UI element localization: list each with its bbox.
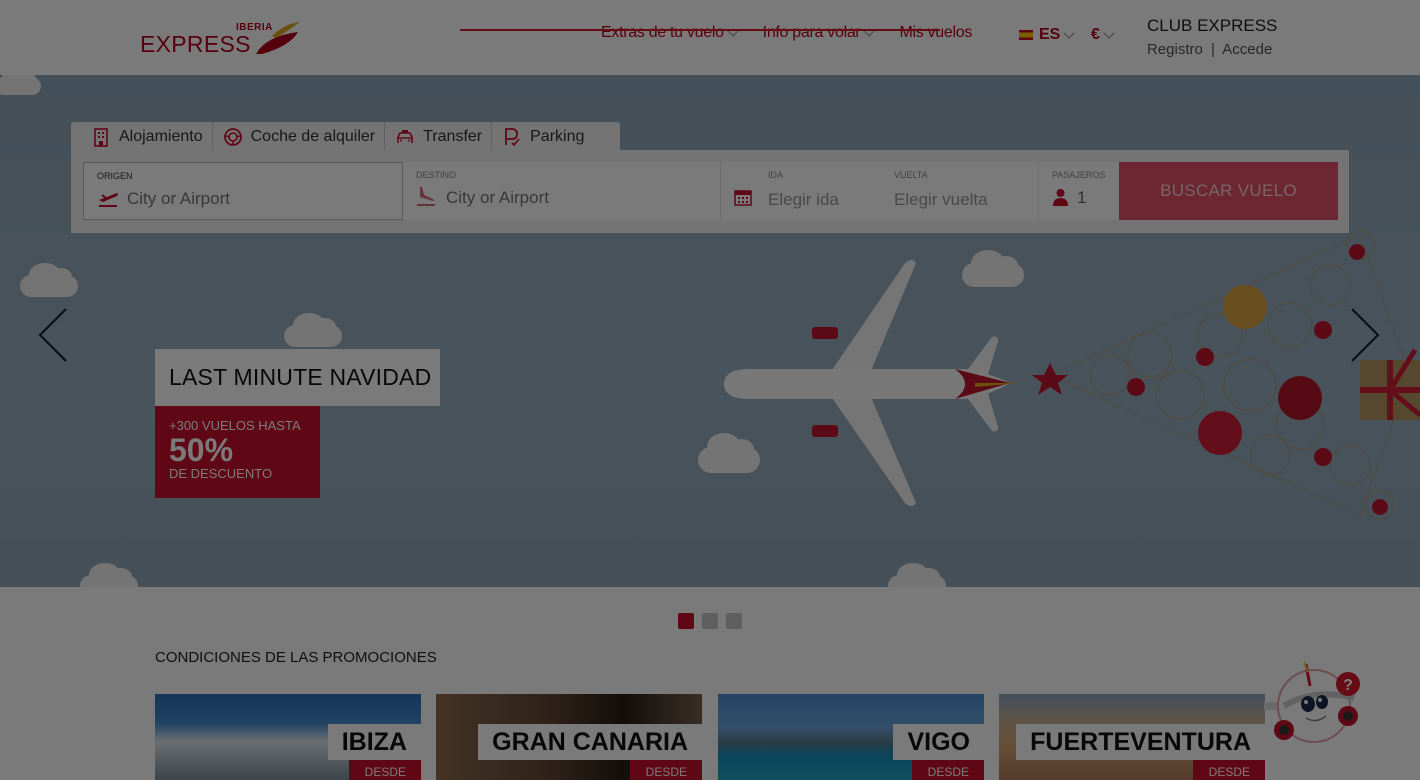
modal-backdrop-overlay[interactable]	[0, 0, 1420, 780]
